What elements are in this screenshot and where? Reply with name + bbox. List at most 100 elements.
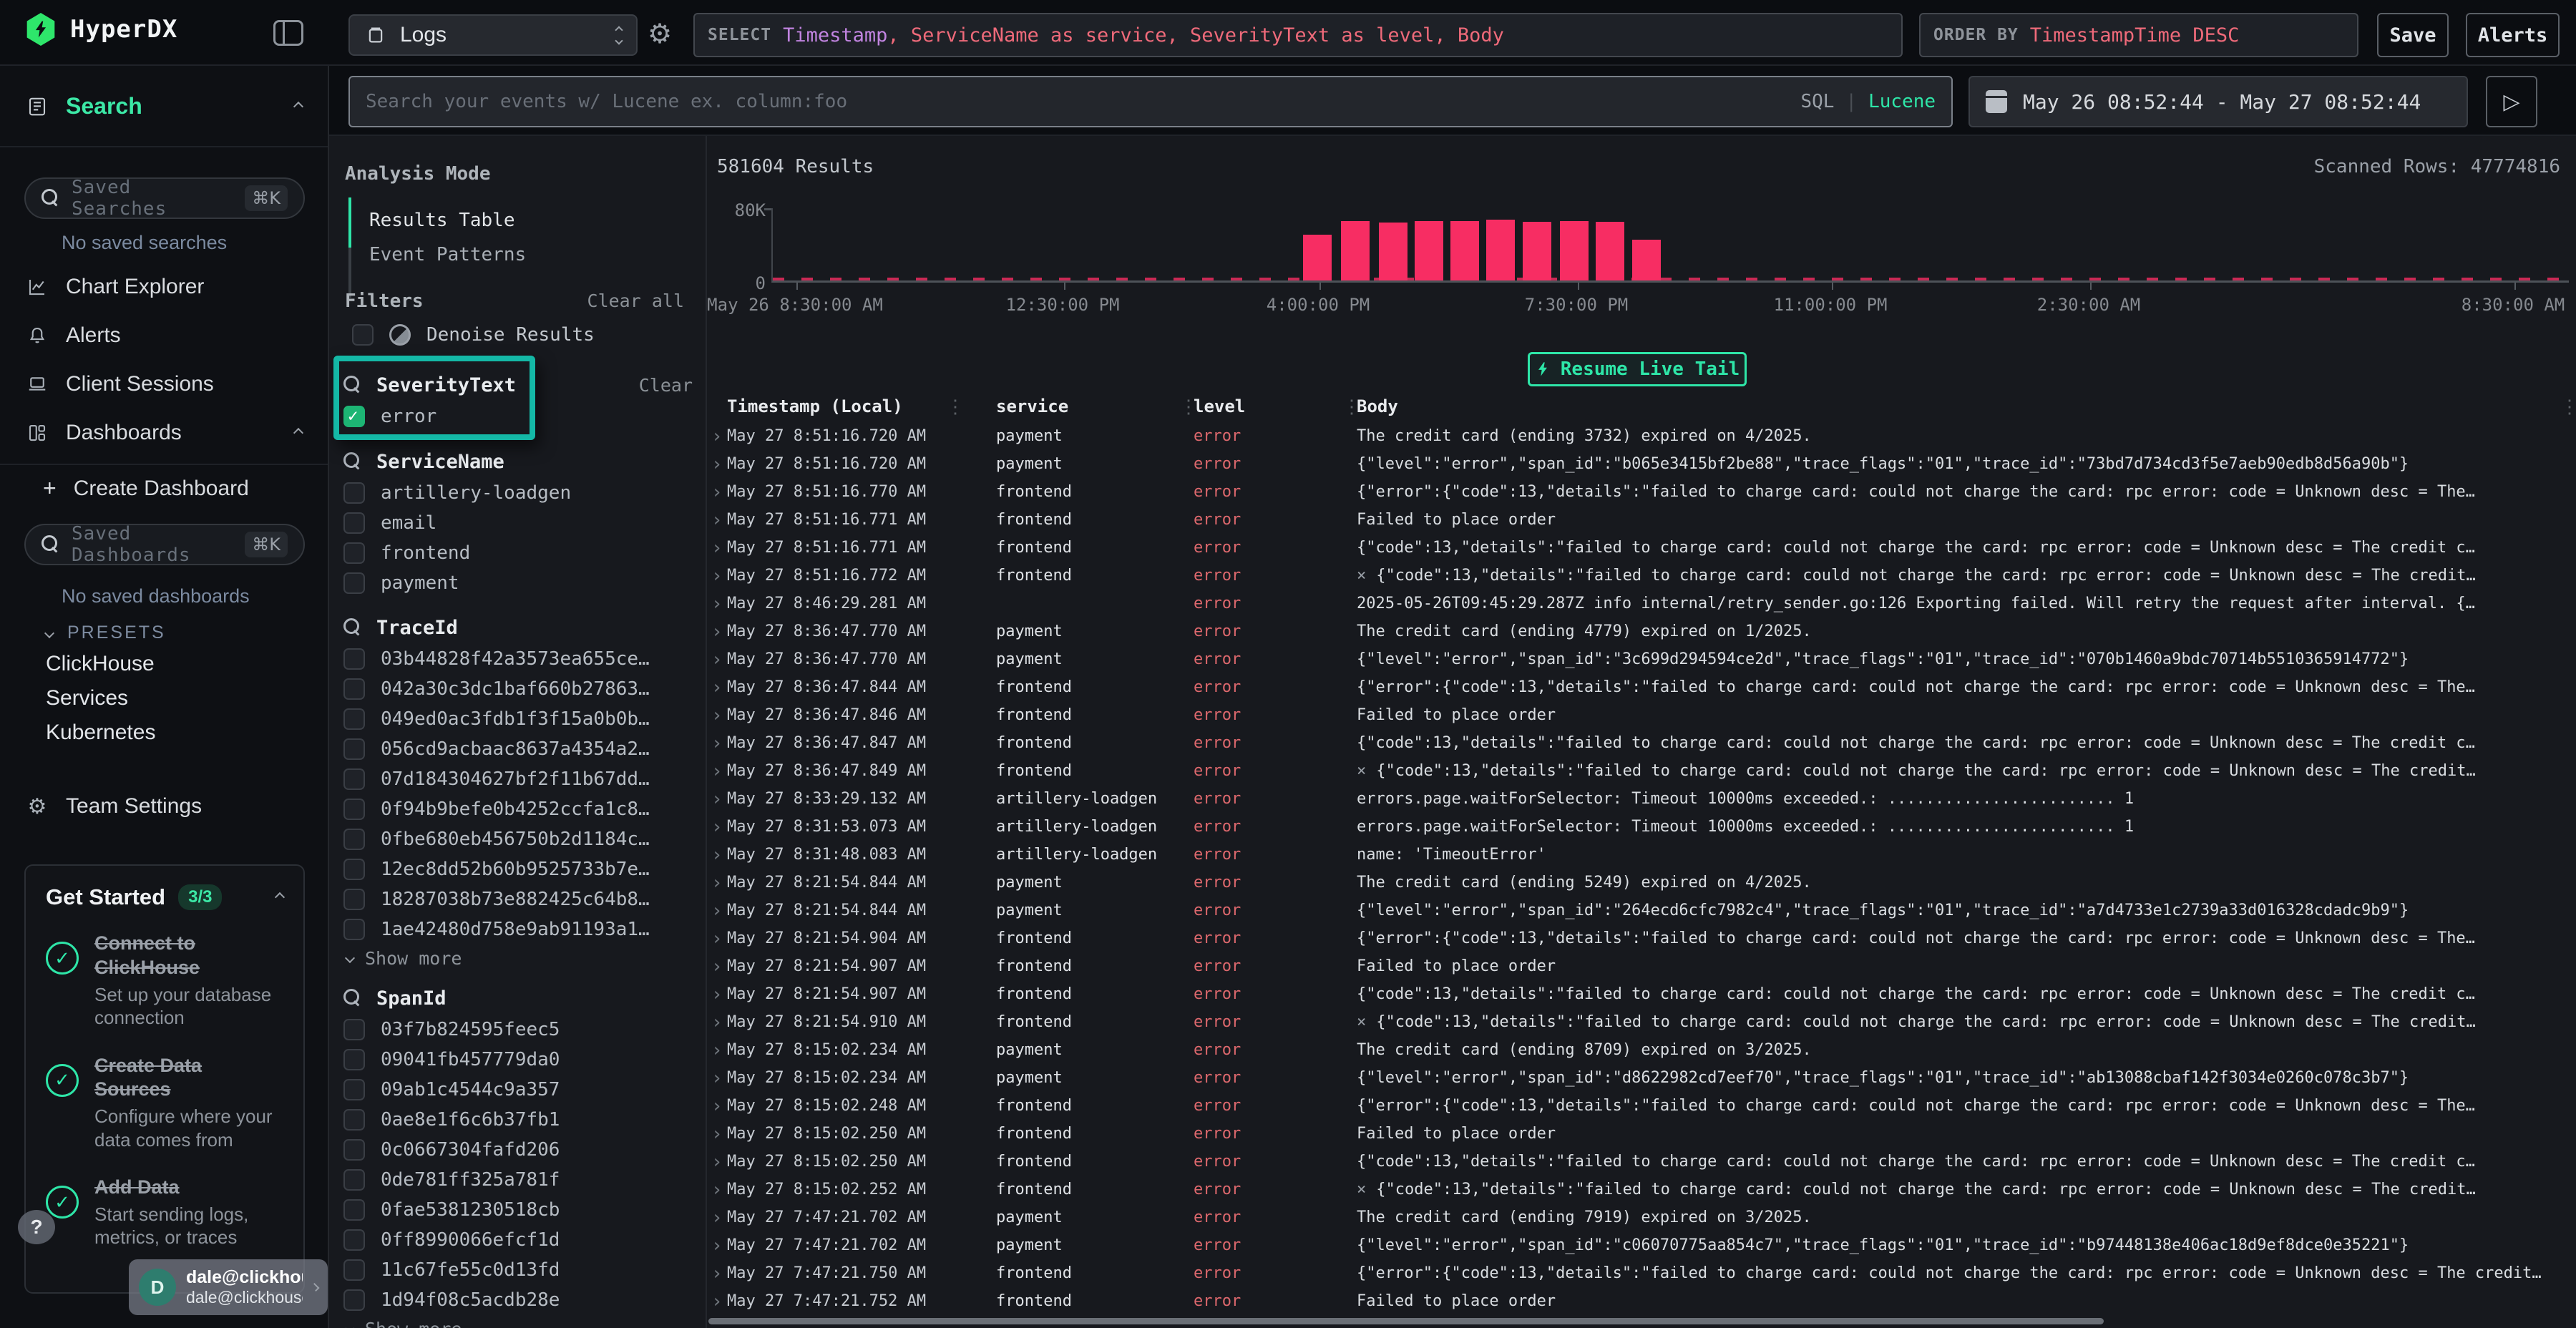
get-started-item[interactable]: ✓Connect to ClickHouseSet up your databa… xyxy=(46,932,283,1030)
table-row[interactable]: ›May 27 8:15:02.250 AMfrontenderror{"cod… xyxy=(707,1148,2576,1176)
checkbox-icon[interactable] xyxy=(343,406,365,427)
filter-value-option[interactable]: 0fbe680eb456750b2d1184c… xyxy=(343,824,701,854)
date-range-picker[interactable]: May 26 08:52:44 - May 27 08:52:44 xyxy=(1968,76,2468,127)
resume-live-tail-button[interactable]: Resume Live Tail xyxy=(1528,352,1747,386)
row-expand-icon[interactable]: › xyxy=(711,985,727,1004)
search-input[interactable]: Search your events w/ Lucene ex. column:… xyxy=(348,76,1953,127)
filter-value-option[interactable]: payment xyxy=(343,568,701,598)
table-row[interactable]: ›May 27 7:47:21.752 AMfrontenderrorFaile… xyxy=(707,1287,2576,1315)
checkbox-icon[interactable] xyxy=(343,482,365,504)
checkbox-icon[interactable] xyxy=(352,324,374,346)
row-expand-icon[interactable]: › xyxy=(711,1181,727,1199)
column-resize-handle[interactable]: ⋮ xyxy=(946,396,965,418)
row-expand-icon[interactable]: › xyxy=(711,650,727,669)
chevron-up-icon[interactable] xyxy=(293,428,303,438)
table-row[interactable]: ›May 27 7:47:21.702 AMpaymenterror{"leve… xyxy=(707,1231,2576,1259)
row-expand-icon[interactable]: › xyxy=(711,762,727,781)
table-row[interactable]: ›May 27 8:51:16.771 AMfrontenderror{"cod… xyxy=(707,534,2576,562)
row-expand-icon[interactable]: › xyxy=(711,1041,727,1060)
row-expand-icon[interactable]: › xyxy=(711,678,727,697)
sidebar-preset-clickhouse[interactable]: ClickHouse xyxy=(0,647,328,681)
table-row[interactable]: ›May 27 8:21:54.844 AMpaymenterrorThe cr… xyxy=(707,869,2576,897)
chevron-up-icon[interactable] xyxy=(275,892,285,902)
row-expand-icon[interactable]: › xyxy=(711,511,727,529)
saved-searches-input[interactable]: Saved Searches ⌘K xyxy=(24,177,305,219)
checkbox-icon[interactable] xyxy=(343,1199,365,1221)
row-expand-icon[interactable]: › xyxy=(711,957,727,976)
row-expand-icon[interactable]: › xyxy=(711,1125,727,1143)
table-row[interactable]: ›May 27 8:31:48.083 AMartillery-loadgene… xyxy=(707,841,2576,869)
order-by-input[interactable]: ORDER BY TimestampTime DESC xyxy=(1919,13,2358,57)
table-row[interactable]: ›May 27 8:36:47.770 AMpaymenterror{"leve… xyxy=(707,645,2576,673)
row-expand-icon[interactable]: › xyxy=(711,1069,727,1088)
sidebar-preset-services[interactable]: Services xyxy=(0,681,328,716)
row-expand-icon[interactable]: › xyxy=(711,818,727,836)
checkbox-icon[interactable] xyxy=(343,1229,365,1251)
create-dashboard-button[interactable]: + Create Dashboard xyxy=(0,475,328,502)
table-row[interactable]: ›May 27 8:21:54.844 AMpaymenterror{"leve… xyxy=(707,897,2576,924)
table-row[interactable]: ›May 27 8:21:54.907 AMfrontenderror{"cod… xyxy=(707,980,2576,1008)
source-select[interactable]: Logs xyxy=(348,14,638,56)
run-query-button[interactable]: ▷ xyxy=(2486,76,2537,127)
checkbox-icon[interactable] xyxy=(343,799,365,820)
column-resize-handle[interactable]: ⋮ xyxy=(1179,396,1198,418)
sidebar-preset-kubernetes[interactable]: Kubernetes xyxy=(0,716,328,750)
get-started-item[interactable]: ✓Add DataStart sending logs, metrics, or… xyxy=(46,1176,283,1249)
checkbox-icon[interactable] xyxy=(343,1139,365,1161)
checkbox-icon[interactable] xyxy=(343,1259,365,1281)
row-expand-icon[interactable]: › xyxy=(711,1264,727,1283)
checkbox-icon[interactable] xyxy=(343,768,365,790)
column-level[interactable]: level xyxy=(1194,396,1357,416)
table-row[interactable]: ›May 27 8:15:02.248 AMfrontenderror{"err… xyxy=(707,1092,2576,1120)
table-row[interactable]: ›May 27 8:15:02.250 AMfrontenderrorFaile… xyxy=(707,1120,2576,1148)
tab-results-table[interactable]: Results Table xyxy=(369,210,515,231)
row-expand-icon[interactable]: › xyxy=(711,902,727,920)
checkbox-icon[interactable] xyxy=(343,859,365,880)
table-row[interactable]: ›May 27 8:21:54.910 AMfrontenderror×{"co… xyxy=(707,1008,2576,1036)
sidebar-item-team-settings[interactable]: ⚙ Team Settings xyxy=(0,794,328,819)
filter-value-option[interactable]: 12ec8dd52b60b9525733b7e… xyxy=(343,854,701,884)
alerts-button[interactable]: Alerts xyxy=(2466,13,2560,57)
checkbox-icon[interactable] xyxy=(343,1049,365,1070)
table-row[interactable]: ›May 27 8:36:47.770 AMpaymenterrorThe cr… xyxy=(707,617,2576,645)
row-expand-icon[interactable]: › xyxy=(711,929,727,948)
checkbox-icon[interactable] xyxy=(343,919,365,940)
checkbox-icon[interactable] xyxy=(343,1109,365,1131)
clear-all-filters-link[interactable]: Clear all xyxy=(587,290,684,311)
checkbox-icon[interactable] xyxy=(343,542,365,564)
checkbox-icon[interactable] xyxy=(343,1289,365,1311)
checkbox-icon[interactable] xyxy=(343,829,365,850)
denoise-results-toggle[interactable]: Denoise Results xyxy=(352,324,595,346)
mode-lucene-toggle[interactable]: Lucene xyxy=(1868,91,1936,112)
filter-value-option[interactable]: 03f7b824595feec5 xyxy=(343,1015,701,1045)
row-expand-icon[interactable]: › xyxy=(711,1236,727,1255)
column-service[interactable]: service xyxy=(996,396,1194,416)
table-row[interactable]: ›May 27 8:51:16.770 AMfrontenderror{"err… xyxy=(707,478,2576,506)
row-expand-icon[interactable]: › xyxy=(711,622,727,641)
horizontal-scrollbar[interactable] xyxy=(708,1318,2104,1324)
row-expand-icon[interactable]: › xyxy=(711,790,727,809)
sidebar-item-search[interactable]: Search xyxy=(0,93,328,119)
filter-value-option[interactable]: 042a30c3dc1baf660b27863… xyxy=(343,674,701,704)
filter-value-option[interactable]: 0de781ff325a781f xyxy=(343,1165,701,1195)
filter-value-option[interactable]: artillery-loadgen xyxy=(343,478,701,508)
help-button[interactable]: ? xyxy=(18,1210,55,1244)
table-row[interactable]: ›May 27 8:21:54.907 AMfrontenderrorFaile… xyxy=(707,952,2576,980)
checkbox-icon[interactable] xyxy=(343,572,365,594)
table-row[interactable]: ›May 27 8:36:47.846 AMfrontenderrorFaile… xyxy=(707,701,2576,729)
checkbox-icon[interactable] xyxy=(343,889,365,910)
filter-value-option[interactable]: 0fae5381230518cb xyxy=(343,1195,701,1225)
table-row[interactable]: ›May 27 8:36:47.849 AMfrontenderror×{"co… xyxy=(707,757,2576,785)
row-expand-icon[interactable]: › xyxy=(711,539,727,557)
filter-value-option[interactable]: 1ae42480d758e9ab91193a1… xyxy=(343,914,701,944)
table-row[interactable]: ›May 27 8:15:02.234 AMpaymenterror{"leve… xyxy=(707,1064,2576,1092)
filter-value-option[interactable]: 0f94b9befe0b4252ccfa1c8… xyxy=(343,794,701,824)
row-expand-icon[interactable]: › xyxy=(711,567,727,585)
filter-value-option[interactable]: 0ae8e1f6c6b37fb1 xyxy=(343,1105,701,1135)
column-body[interactable]: Body xyxy=(1357,396,2576,416)
checkbox-icon[interactable] xyxy=(343,512,365,534)
table-row[interactable]: ›May 27 8:46:29.281 AMerror2025-05-26T09… xyxy=(707,590,2576,617)
filter-value-option[interactable]: 09041fb457779da0 xyxy=(343,1045,701,1075)
table-row[interactable]: ›May 27 8:31:53.073 AMartillery-loadgene… xyxy=(707,813,2576,841)
filter-value-option[interactable]: error xyxy=(343,401,701,431)
